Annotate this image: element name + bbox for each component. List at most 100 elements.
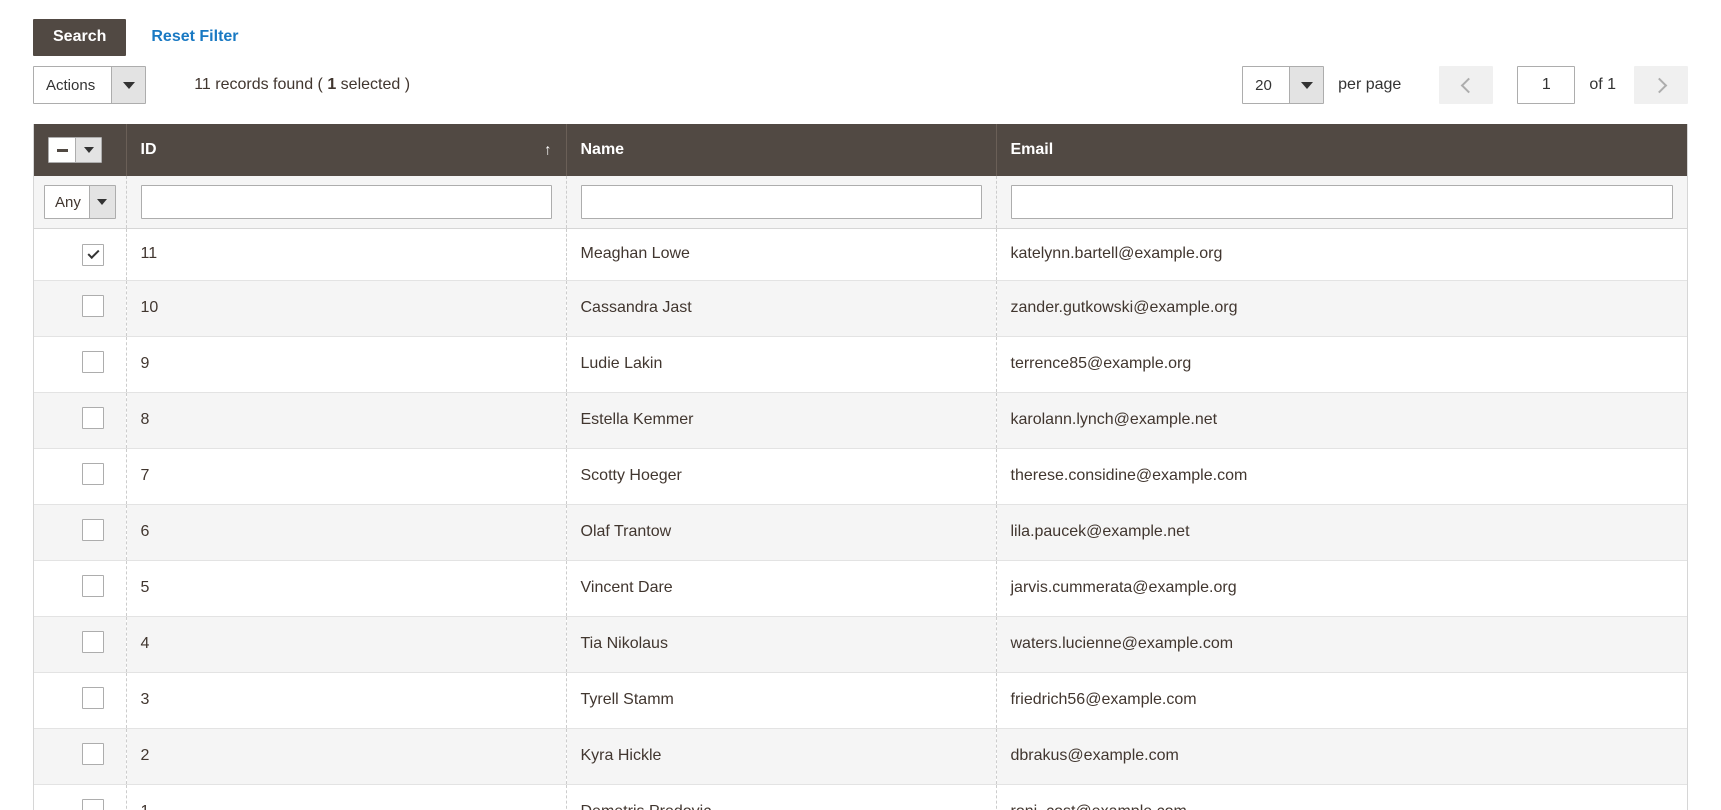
cell-id: 2: [126, 728, 566, 784]
actions-dropdown[interactable]: Actions: [33, 66, 146, 104]
actions-dropdown-label: Actions: [34, 67, 111, 103]
row-checkbox[interactable]: [82, 244, 104, 266]
cell-email: lila.paucek@example.net: [996, 504, 1687, 560]
caret-down-icon[interactable]: [111, 67, 145, 103]
caret-down-icon[interactable]: [75, 138, 101, 162]
table-row[interactable]: 11Meaghan Lowekatelynn.bartell@example.o…: [34, 229, 1687, 281]
table-row[interactable]: 5Vincent Darejarvis.cummerata@example.or…: [34, 560, 1687, 616]
column-header-name-label: Name: [581, 141, 625, 158]
row-select-cell: [34, 229, 126, 281]
records-count-suffix: selected ): [336, 76, 410, 93]
cell-name: Tia Nikolaus: [566, 616, 996, 672]
row-checkbox[interactable]: [82, 743, 104, 765]
column-header-email-label: Email: [1011, 141, 1054, 158]
row-select-cell: [34, 560, 126, 616]
row-checkbox[interactable]: [82, 799, 104, 810]
cell-name: Cassandra Jast: [566, 280, 996, 336]
reset-filter-link[interactable]: Reset Filter: [151, 28, 238, 46]
grid-filter-section: Any: [34, 176, 1687, 229]
row-checkbox[interactable]: [82, 351, 104, 373]
caret-down-icon[interactable]: [89, 186, 115, 218]
row-select-cell: [34, 504, 126, 560]
total-pages-label: of 1: [1589, 76, 1616, 94]
cell-email: roni_cost@example.com: [996, 784, 1687, 810]
row-select-cell: [34, 336, 126, 392]
cell-id: 5: [126, 560, 566, 616]
row-checkbox[interactable]: [82, 575, 104, 597]
row-checkbox[interactable]: [82, 687, 104, 709]
row-select-cell: [34, 616, 126, 672]
row-checkbox[interactable]: [82, 631, 104, 653]
column-header-email[interactable]: Email: [996, 124, 1687, 176]
table-row[interactable]: 4Tia Nikolauswaters.lucienne@example.com: [34, 616, 1687, 672]
cell-name: Scotty Hoeger: [566, 448, 996, 504]
column-header-name[interactable]: Name: [566, 124, 996, 176]
pagination: 20 per page of 1: [1242, 66, 1688, 104]
next-page-button[interactable]: [1634, 66, 1688, 104]
cell-email: therese.considine@example.com: [996, 448, 1687, 504]
cell-email: waters.lucienne@example.com: [996, 616, 1687, 672]
cell-id: 11: [126, 229, 566, 281]
filter-input-id[interactable]: [141, 185, 552, 219]
cell-name: Estella Kemmer: [566, 392, 996, 448]
table-row[interactable]: 3Tyrell Stammfriedrich56@example.com: [34, 672, 1687, 728]
filter-cell-name: [566, 176, 996, 229]
cell-id: 6: [126, 504, 566, 560]
column-header-id[interactable]: ID ↑: [126, 124, 566, 176]
grid-page: Search Reset Filter Actions 11 records f…: [0, 0, 1721, 810]
select-scope-dropdown[interactable]: Any: [44, 185, 116, 219]
grid-actions-toolbar: Actions 11 records found ( 1 selected ) …: [0, 52, 1721, 110]
row-select-cell: [34, 728, 126, 784]
sort-ascending-icon: ↑: [544, 143, 552, 158]
table-row[interactable]: 9Ludie Lakinterrence85@example.org: [34, 336, 1687, 392]
column-header-select: [34, 124, 126, 176]
cell-id: 9: [126, 336, 566, 392]
records-selected-count: 1: [327, 76, 336, 93]
cell-name: Meaghan Lowe: [566, 229, 996, 281]
records-count: 11 records found ( 1 selected ): [194, 76, 410, 94]
filter-row: Any: [34, 176, 1687, 229]
table-row[interactable]: 7Scotty Hoegertherese.considine@example.…: [34, 448, 1687, 504]
filter-cell-email: [996, 176, 1687, 229]
row-checkbox[interactable]: [82, 295, 104, 317]
table-row[interactable]: 2Kyra Hickledbrakus@example.com: [34, 728, 1687, 784]
row-checkbox[interactable]: [82, 463, 104, 485]
cell-email: karolann.lynch@example.net: [996, 392, 1687, 448]
filter-input-name[interactable]: [581, 185, 982, 219]
grid-body: 11Meaghan Lowekatelynn.bartell@example.o…: [34, 229, 1687, 810]
dash-icon[interactable]: [49, 138, 75, 162]
cell-email: jarvis.cummerata@example.org: [996, 560, 1687, 616]
row-checkbox[interactable]: [82, 519, 104, 541]
chevron-right-icon: [1651, 77, 1667, 93]
column-header-id-label: ID: [141, 141, 157, 158]
table-row[interactable]: 6Olaf Trantowlila.paucek@example.net: [34, 504, 1687, 560]
cell-name: Olaf Trantow: [566, 504, 996, 560]
search-button[interactable]: Search: [33, 19, 126, 56]
row-checkbox[interactable]: [82, 407, 104, 429]
chevron-left-icon: [1461, 77, 1477, 93]
filter-cell-id: [126, 176, 566, 229]
page-number-input[interactable]: [1517, 66, 1575, 104]
cell-id: 3: [126, 672, 566, 728]
cell-name: Tyrell Stamm: [566, 672, 996, 728]
check-icon: [87, 247, 99, 259]
caret-down-icon[interactable]: [1289, 67, 1323, 103]
per-page-dropdown[interactable]: 20: [1242, 66, 1324, 104]
data-grid: ID ↑ Name Email Any: [33, 124, 1688, 810]
filter-input-email[interactable]: [1011, 185, 1674, 219]
table-row[interactable]: 10Cassandra Jastzander.gutkowski@example…: [34, 280, 1687, 336]
per-page-value: 20: [1243, 67, 1289, 103]
table-row[interactable]: 8Estella Kemmerkarolann.lynch@example.ne…: [34, 392, 1687, 448]
massaction-select[interactable]: [48, 137, 102, 163]
cell-email: terrence85@example.org: [996, 336, 1687, 392]
cell-id: 1: [126, 784, 566, 810]
previous-page-button[interactable]: [1439, 66, 1493, 104]
cell-name: Vincent Dare: [566, 560, 996, 616]
cell-name: Kyra Hickle: [566, 728, 996, 784]
table-row[interactable]: 1Demetris Predovicroni_cost@example.com: [34, 784, 1687, 810]
cell-email: friedrich56@example.com: [996, 672, 1687, 728]
cell-id: 8: [126, 392, 566, 448]
row-select-cell: [34, 448, 126, 504]
row-select-cell: [34, 392, 126, 448]
cell-email: katelynn.bartell@example.org: [996, 229, 1687, 281]
